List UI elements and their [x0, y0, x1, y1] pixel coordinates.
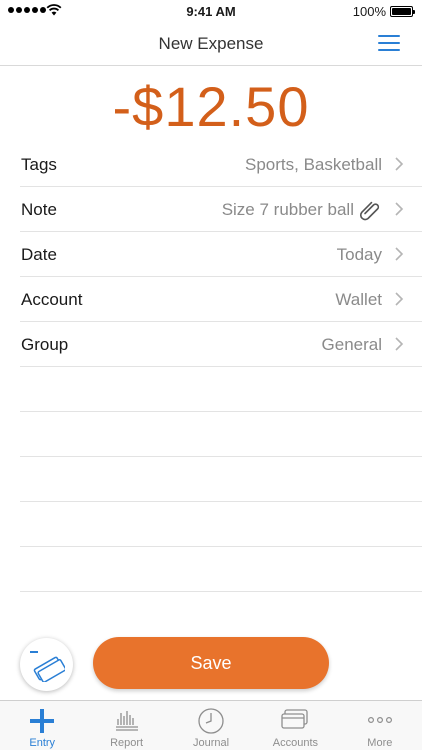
empty-row	[20, 412, 422, 457]
row-label: Account	[21, 290, 83, 309]
more-dots-icon	[367, 717, 392, 724]
tab-report[interactable]: Report	[84, 701, 168, 750]
battery-percent: 100%	[352, 4, 386, 19]
cards-icon	[281, 709, 309, 729]
row-value: Wallet	[335, 290, 382, 309]
empty-row	[20, 457, 422, 502]
report-icon	[115, 711, 138, 731]
chevron-right-icon	[395, 247, 404, 261]
date-row[interactable]: Date Today	[20, 232, 422, 277]
empty-row	[20, 502, 422, 547]
receipt-icon	[30, 651, 65, 682]
tab-label: More	[367, 737, 393, 749]
chevron-right-icon	[395, 337, 404, 351]
tab-label: Report	[110, 737, 144, 749]
tab-bar: Entry Report Journal Accounts More	[0, 700, 422, 750]
plus-icon	[30, 709, 55, 733]
status-bar: 9:41 AM 100%	[0, 0, 422, 22]
row-label: Tags	[21, 155, 57, 174]
tab-more[interactable]: More	[338, 701, 422, 750]
save-button[interactable]: Save	[93, 637, 329, 689]
row-label: Date	[21, 245, 57, 264]
note-row[interactable]: Note Size 7 rubber ball	[20, 187, 422, 232]
paperclip-icon[interactable]	[358, 198, 382, 222]
account-row[interactable]: Account Wallet	[20, 277, 422, 322]
chevron-right-icon	[395, 202, 404, 216]
expense-type-button[interactable]	[20, 638, 73, 691]
tab-label: Entry	[29, 737, 56, 749]
row-label: Note	[21, 200, 57, 219]
tab-label: Accounts	[272, 737, 319, 749]
row-value: Sports, Basketball	[244, 155, 382, 174]
row-value: Size 7 rubber ball	[221, 200, 354, 219]
row-value: Today	[336, 245, 382, 264]
clock-icon	[198, 708, 224, 734]
group-row[interactable]: Group General	[20, 322, 422, 367]
tags-row[interactable]: Tags Sports, Basketball	[20, 142, 422, 187]
detail-list: Tags Sports, Basketball Note Size 7 rubb…	[20, 142, 422, 592]
menu-icon[interactable]	[378, 35, 400, 53]
tab-entry[interactable]: Entry	[0, 701, 84, 750]
chevron-right-icon	[395, 157, 404, 171]
tab-accounts[interactable]: Accounts	[253, 701, 337, 750]
chevron-right-icon	[395, 292, 404, 306]
battery-icon	[390, 6, 415, 17]
nav-bar: New Expense	[0, 22, 422, 66]
row-value: General	[321, 335, 382, 354]
empty-row	[20, 547, 422, 592]
amount-display[interactable]: -$12.50	[0, 74, 422, 139]
empty-row	[20, 367, 422, 412]
row-label: Group	[21, 335, 69, 354]
tab-label: Journal	[192, 737, 230, 749]
tab-journal[interactable]: Journal	[169, 701, 253, 750]
page-title: New Expense	[158, 34, 264, 53]
